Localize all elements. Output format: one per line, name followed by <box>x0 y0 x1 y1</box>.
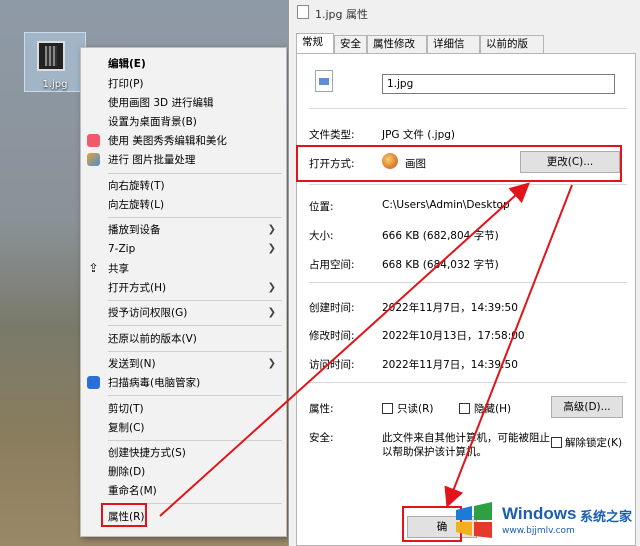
watermark: Windows 系统之家 www.bjjmlv.com <box>450 494 640 546</box>
annotation-arrows <box>159 182 573 517</box>
watermark-brand: Windows <box>502 504 577 523</box>
arrow-to-ok <box>444 184 573 508</box>
windows-logo-icon <box>456 502 492 538</box>
arrow-to-change <box>159 182 530 517</box>
watermark-suffix: 系统之家 <box>580 510 633 525</box>
watermark-url: www.bjjmlv.com <box>502 526 575 536</box>
